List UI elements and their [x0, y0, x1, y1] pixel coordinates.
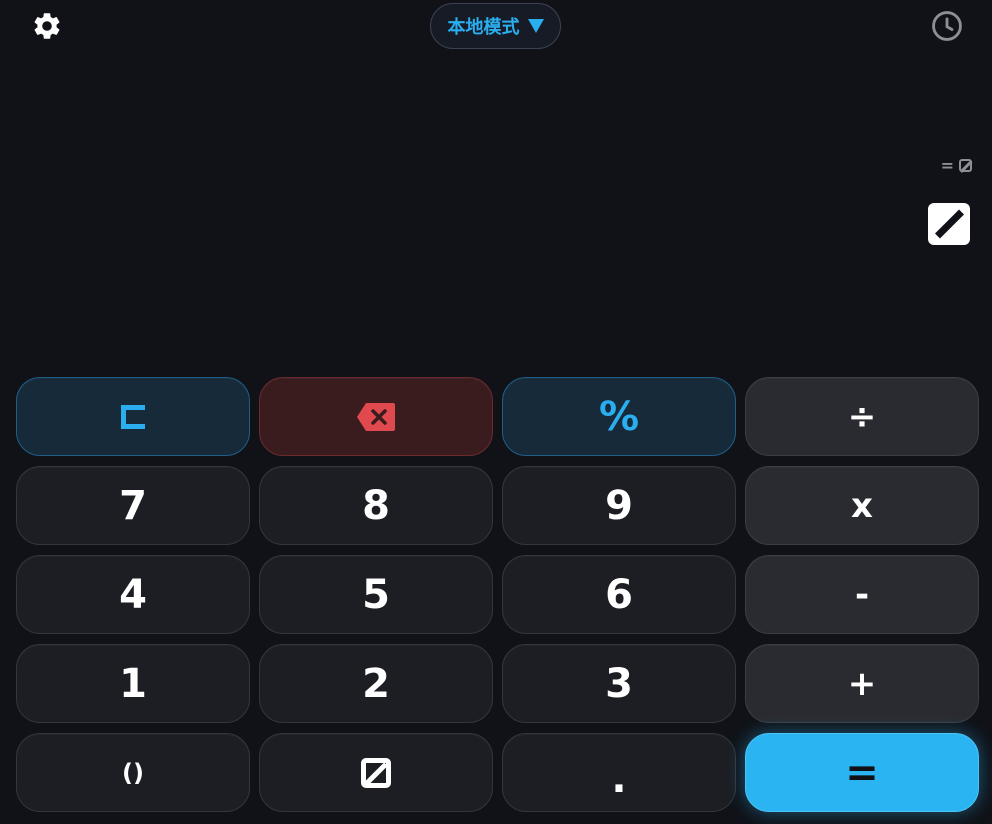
expression-value: [959, 159, 972, 172]
digit-6-label: 6: [605, 571, 633, 618]
result-display: [928, 203, 970, 245]
equals-label: =: [845, 749, 879, 796]
divide-label: ÷: [847, 396, 877, 437]
mode-selector[interactable]: 本地模式: [430, 3, 561, 49]
digit-5-label: 5: [362, 571, 390, 618]
digit-0-button[interactable]: [259, 733, 493, 812]
clear-glyph: [121, 404, 145, 429]
plus-button[interactable]: +: [745, 644, 979, 723]
digit-9-button[interactable]: 9: [502, 466, 736, 545]
digit-1-label: 1: [119, 660, 147, 707]
minus-button[interactable]: -: [745, 555, 979, 634]
digit-4-label: 4: [119, 571, 147, 618]
triangle-down-icon: [527, 19, 544, 33]
digit-2-label: 2: [362, 660, 390, 707]
clear-button[interactable]: [16, 377, 250, 456]
multiply-button[interactable]: x: [745, 466, 979, 545]
digit-5-button[interactable]: 5: [259, 555, 493, 634]
percent-label: %: [598, 393, 640, 440]
digit-4-button[interactable]: 4: [16, 555, 250, 634]
equals-button[interactable]: =: [745, 733, 979, 812]
digit-6-button[interactable]: 6: [502, 555, 736, 634]
decimal-button[interactable]: .: [502, 733, 736, 812]
expression-equals: =: [940, 156, 954, 175]
result-zero-slash: [934, 209, 964, 239]
digit-9-label: 9: [605, 482, 633, 529]
expression-line: =: [941, 156, 972, 175]
decimal-label: .: [611, 755, 627, 802]
digit-2-button[interactable]: 2: [259, 644, 493, 723]
parentheses-button[interactable]: (): [16, 733, 250, 812]
keypad: % ÷ 7 8 9 x 4 5 6 - 1 2 3 + () . =: [16, 377, 979, 812]
mode-label: 本地模式: [447, 17, 520, 38]
percent-button[interactable]: %: [502, 377, 736, 456]
parentheses-label: (): [122, 758, 144, 787]
multiply-label: x: [851, 485, 873, 526]
digit-8-button[interactable]: 8: [259, 466, 493, 545]
minus-label: -: [854, 574, 870, 615]
clock-icon: [932, 11, 962, 41]
digit-1-button[interactable]: 1: [16, 644, 250, 723]
digit-7-label: 7: [119, 482, 147, 529]
history-button[interactable]: [927, 6, 967, 46]
digit-3-button[interactable]: 3: [502, 644, 736, 723]
settings-button[interactable]: [27, 6, 67, 46]
digit-7-button[interactable]: 7: [16, 466, 250, 545]
backspace-icon: [357, 402, 395, 431]
calculator-app: 本地模式 = % ÷ 7 8 9 x 4 5 6 - 1 2 3 + () . …: [0, 0, 992, 824]
backspace-button[interactable]: [259, 377, 493, 456]
divide-button[interactable]: ÷: [745, 377, 979, 456]
plus-label: +: [847, 663, 877, 704]
digit-0-glyph: [361, 757, 391, 788]
gear-icon: [34, 13, 60, 39]
digit-8-label: 8: [362, 482, 390, 529]
digit-3-label: 3: [605, 660, 633, 707]
